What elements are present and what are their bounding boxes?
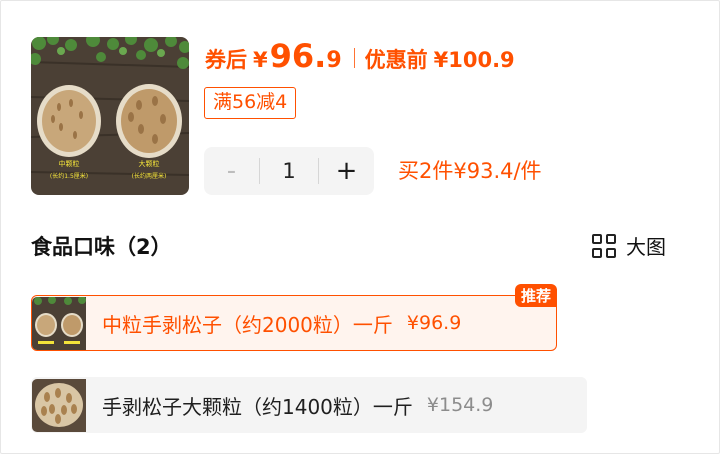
option-thumbnail xyxy=(32,296,86,350)
sku-option-medium[interactable]: 中粒手剥松子（约2000粒）一斤 ¥96.9 推荐 xyxy=(31,284,557,351)
section-title: 食品口味（2） xyxy=(31,235,172,259)
big-view-toggle[interactable]: 大图 xyxy=(592,231,666,260)
option-price: ¥154.9 xyxy=(426,394,494,416)
coupon-badge: 满56减4 xyxy=(204,87,297,119)
before-discount-price: ¥100.9 xyxy=(433,48,515,72)
price-divider xyxy=(353,48,355,68)
bulk-offer-text: 买2件¥93.4/件 xyxy=(398,159,542,183)
quantity-input[interactable]: 1 xyxy=(259,158,319,184)
option-thumbnail xyxy=(32,378,86,432)
thumb-caption-left-2: (长约1.5厘米) xyxy=(50,172,88,180)
option-name: 中粒手剥松子（约2000粒）一斤 xyxy=(102,312,393,337)
thumb-caption-right-2: (长约两厘米) xyxy=(132,172,167,180)
sku-panel: 中颗粒 (长约1.5厘米) 大颗粒 (长约两厘米) 券后 ¥ 96. 9 优惠前… xyxy=(0,0,720,454)
product-photo-illustration: 中颗粒 (长约1.5厘米) 大颗粒 (长约两厘米) xyxy=(31,37,189,195)
recommend-badge: 推荐 xyxy=(514,284,557,307)
increase-button[interactable]: + xyxy=(319,147,374,195)
before-discount-label: 优惠前 xyxy=(364,48,428,72)
currency-symbol: ¥ xyxy=(253,48,268,72)
option-name: 手剥松子大颗粒（约1400粒）一斤 xyxy=(102,394,413,419)
decrease-button[interactable]: - xyxy=(204,147,259,195)
product-image[interactable]: 中颗粒 (长约1.5厘米) 大颗粒 (长约两厘米) xyxy=(31,37,189,195)
after-coupon-price-dec: 9 xyxy=(326,48,342,73)
grid-icon xyxy=(592,233,616,258)
thumb-caption-right-1: 大颗粒 xyxy=(139,159,160,168)
thumb-caption-left-1: 中颗粒 xyxy=(59,159,80,168)
big-view-label: 大图 xyxy=(626,235,666,259)
price-row: 券后 ¥ 96. 9 优惠前 ¥100.9 xyxy=(205,37,515,79)
option-price: ¥96.9 xyxy=(406,312,462,334)
sku-option-large[interactable]: 手剥松子大颗粒（约1400粒）一斤 ¥154.9 xyxy=(31,377,587,433)
quantity-stepper: - 1 + xyxy=(204,147,374,195)
after-coupon-price-int: 96. xyxy=(269,37,327,75)
after-coupon-label: 券后 xyxy=(205,48,247,72)
